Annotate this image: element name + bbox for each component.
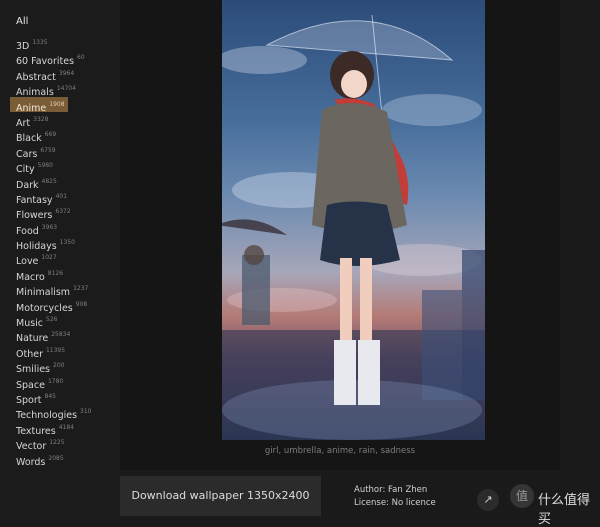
category-count: 200 (53, 362, 65, 370)
category-item[interactable]: Art 3328 (10, 112, 120, 129)
category-item[interactable]: Technologies 310 (10, 404, 120, 421)
category-count: 3964 (58, 69, 75, 77)
category-count: 526 (46, 316, 58, 324)
wallpaper-tags: girl, umbrella, anime, rain, sadness (264, 446, 416, 456)
category-item[interactable]: Minimalism 1237 (10, 281, 120, 298)
category-all-link[interactable]: All (16, 16, 28, 27)
watermark-text: 什么值得买 (538, 493, 591, 527)
category-count: 401 (55, 192, 68, 200)
category-item[interactable]: 3D 1335 (10, 35, 120, 52)
wallpaper-image[interactable] (222, 0, 485, 440)
category-item[interactable]: Food 3963 (10, 220, 120, 237)
watermark-logo-icon: 值 (510, 484, 534, 508)
category-item[interactable]: Space 1780 (10, 374, 120, 391)
category-count: 6759 (40, 146, 56, 154)
category-sidebar: All 3D 1335 60 Favorites 60 Abstract 3964 Anim… (0, 0, 120, 520)
category-item[interactable]: Love 1027 (10, 250, 120, 267)
category-count: 669 (44, 131, 57, 139)
category-count: 25834 (51, 331, 71, 339)
category-item[interactable]: Holidays 1350 (10, 235, 120, 252)
category-item[interactable]: Textures 4184 (10, 420, 120, 437)
category-item[interactable]: Nature 25834 (10, 327, 120, 344)
wallpaper-meta: Author: Fan Zhen License: No licence (354, 484, 436, 510)
category-count: 1027 (41, 254, 57, 262)
category-item[interactable]: Motorcycles 908 (10, 297, 120, 314)
category-count: 1908 (49, 100, 65, 108)
category-count: 14704 (56, 85, 76, 93)
category-item[interactable]: 60 Favorites 60 (10, 50, 120, 67)
download-wallpaper-button[interactable]: Download wallpaper 1350x2400 (120, 476, 321, 516)
category-item[interactable]: Words 2085 (10, 451, 120, 468)
category-item[interactable]: Smilies 200 (10, 358, 120, 375)
wallpaper-viewer: girl, umbrella, anime, rain, sadness (120, 0, 560, 470)
category-item[interactable]: Sport 845 (10, 389, 120, 406)
category-count: 310 (80, 408, 92, 416)
category-count: 1780 (47, 377, 64, 385)
category-count: 11395 (45, 346, 66, 354)
category-item[interactable]: Dark 4825 (10, 174, 120, 191)
category-count: 4825 (41, 177, 57, 185)
author-text: Author: Fan Zhen (354, 485, 428, 495)
category-item[interactable]: Black 669 (10, 127, 120, 144)
category-count: 1335 (32, 39, 48, 46)
category-name: Words (16, 456, 46, 468)
category-count: 60 (77, 54, 85, 62)
wallpaper-illustration (222, 14, 485, 440)
category-count: 3963 (41, 223, 58, 231)
category-count: 5980 (37, 162, 53, 170)
category-list: 3D 1335 60 Favorites 60 Abstract 3964 Animals 1… (10, 35, 120, 468)
category-count: 8126 (47, 269, 64, 277)
category-count: 3328 (33, 115, 49, 123)
category-item[interactable]: City 5980 (10, 158, 120, 175)
category-count: 1237 (73, 285, 89, 293)
category-count: 845 (44, 392, 56, 400)
category-item[interactable]: Flowers 6372 (10, 204, 120, 221)
category-count: 2085 (48, 454, 64, 462)
license-text: License: No licence (354, 498, 436, 508)
category-item[interactable]: Animals 14704 (10, 81, 120, 98)
category-count: 6372 (55, 208, 71, 216)
category-item[interactable]: Abstract 3964 (10, 66, 120, 83)
category-count: 4184 (58, 423, 75, 431)
category-count: 1350 (59, 239, 75, 247)
share-icon[interactable]: ↗ (477, 489, 499, 511)
category-count: 1225 (49, 439, 65, 447)
category-item[interactable]: Vector 1225 (10, 435, 120, 452)
category-item[interactable]: Fantasy 401 (10, 189, 120, 206)
category-count: 908 (75, 300, 88, 308)
category-item[interactable]: Anime 1908 (10, 96, 68, 114)
category-item[interactable]: Cars 6759 (10, 143, 120, 160)
category-item[interactable]: Macro 8126 (10, 266, 120, 283)
category-item[interactable]: Music 526 (10, 312, 120, 329)
category-item[interactable]: Other 11395 (10, 343, 120, 360)
